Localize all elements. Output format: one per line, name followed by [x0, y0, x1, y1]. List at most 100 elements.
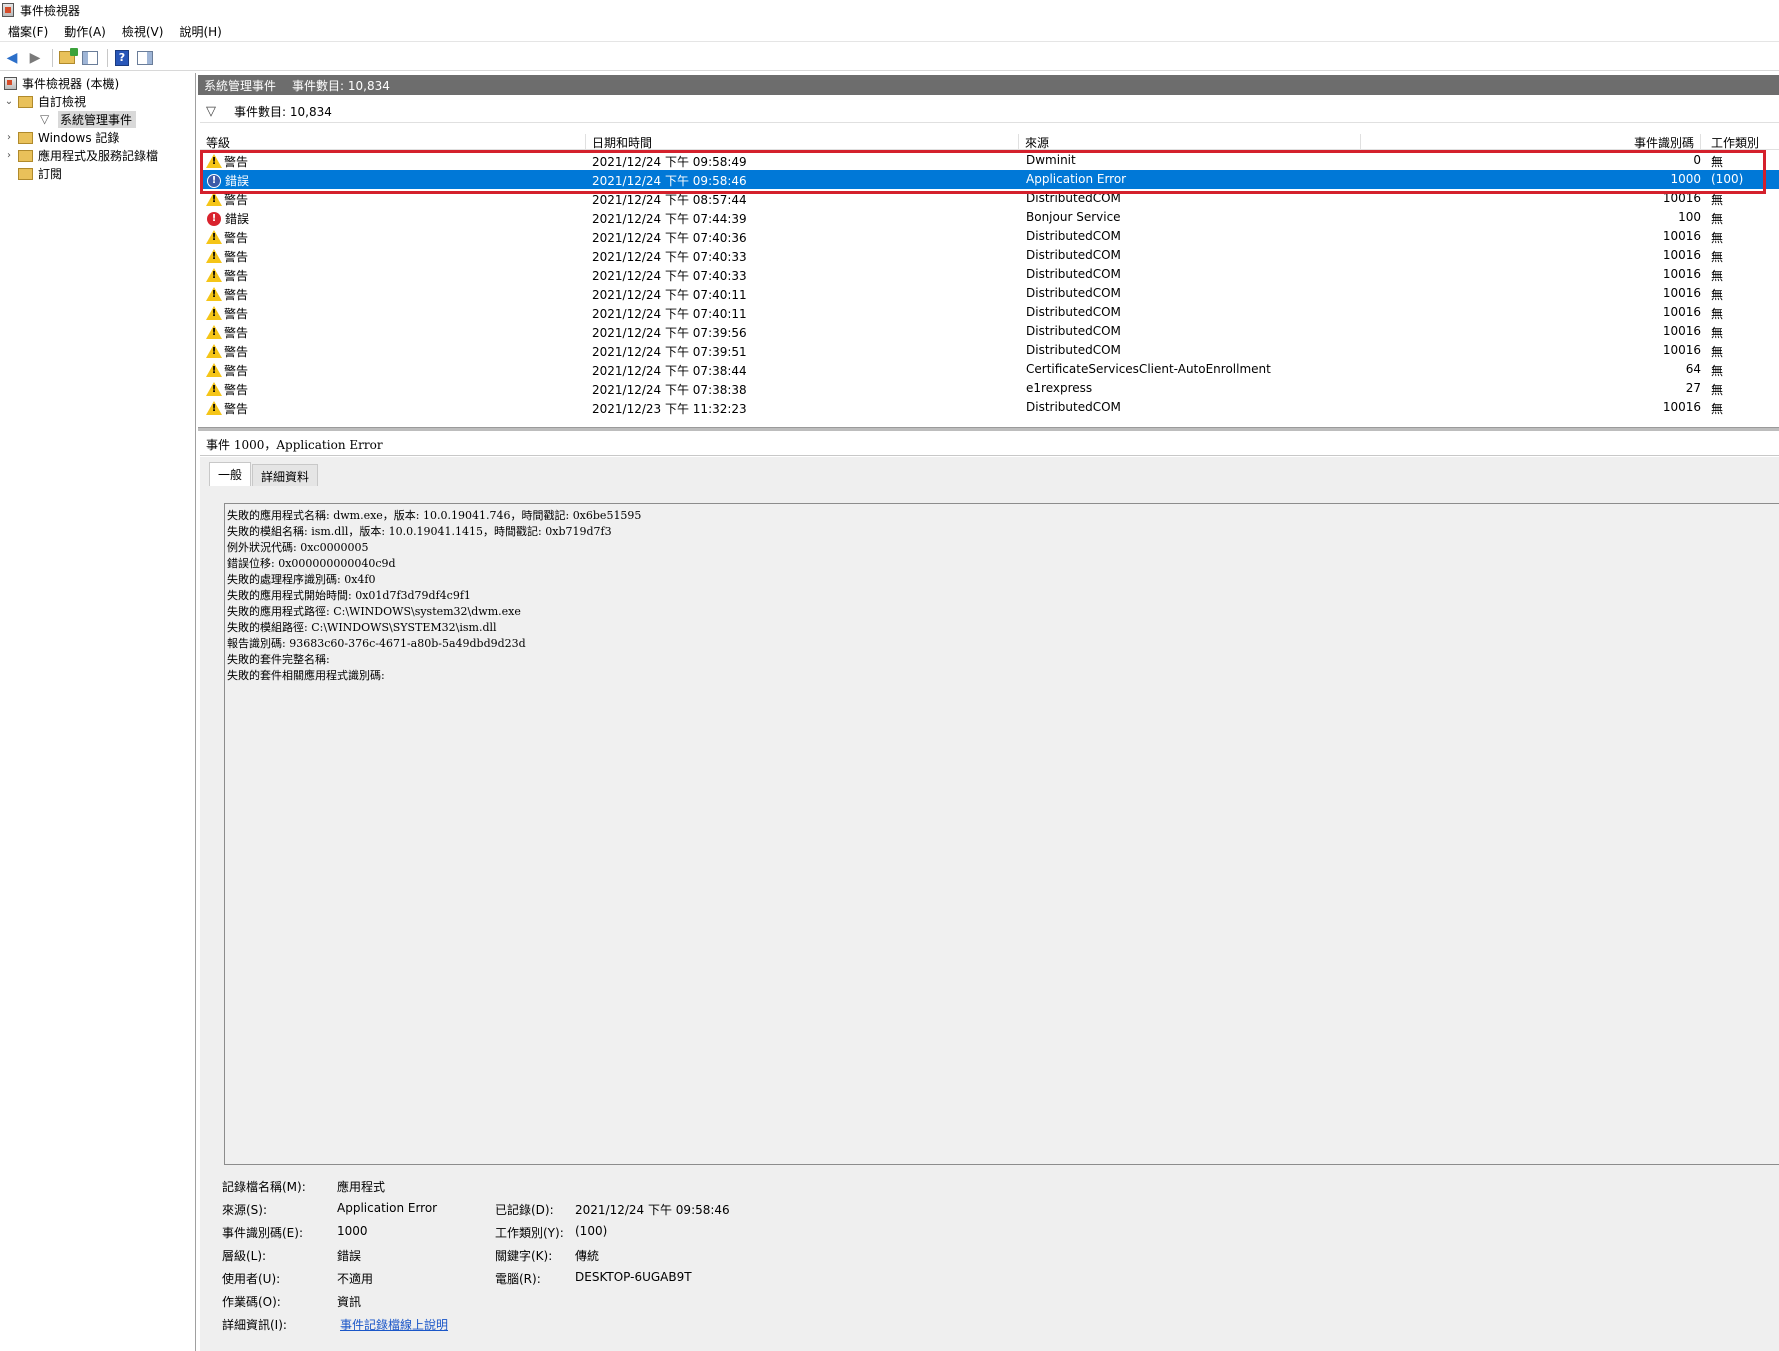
help-button[interactable]: ?: [112, 48, 132, 68]
cell-source: Bonjour Service: [1026, 210, 1121, 224]
toolbar: ◀ ▶ ?: [0, 45, 1779, 71]
cell-datetime: 2021/12/24 下午 07:40:11: [592, 307, 747, 321]
level-text: 警告: [224, 193, 249, 207]
column-header-source[interactable]: 來源: [1019, 134, 1361, 150]
table-row[interactable]: 警告 2021/12/24 下午 07:39:56 DistributedCOM 10…: [200, 322, 1779, 341]
cell-source: Application Error: [1026, 172, 1127, 186]
back-arrow-icon[interactable]: ◀: [2, 48, 22, 68]
computer-value: DESKTOP-6UGAB9T: [575, 1270, 692, 1284]
level-text: 警告: [224, 307, 249, 321]
cell-datetime: 2021/12/23 下午 11:32:23: [592, 402, 747, 416]
table-row[interactable]: 警告 2021/12/24 下午 07:40:11 DistributedCOM 10…: [200, 284, 1779, 303]
column-header-level[interactable]: 等級: [200, 134, 586, 150]
keywords-value: 傳統: [575, 1249, 600, 1263]
cell-task-category: 無: [1711, 269, 1724, 283]
pane-splitter[interactable]: [198, 427, 1779, 431]
filter-event-count: 事件數目: 10,834: [234, 105, 332, 119]
table-row[interactable]: 警告 2021/12/24 下午 09:58:49 Dwminit 0無: [200, 151, 1779, 170]
show-hide-action-pane-button[interactable]: [135, 48, 155, 68]
event-description[interactable]: 失敗的應用程式名稱: dwm.exe，版本: 10.0.19041.746，時間…: [224, 503, 1779, 1165]
source-label: 來源(S):: [222, 1203, 268, 1217]
table-row[interactable]: 警告 2021/12/23 下午 11:32:23 DistributedCOM 10…: [200, 398, 1779, 417]
event-id-label: 事件識別碼(E):: [222, 1226, 303, 1240]
filter-icon: ▽: [206, 103, 216, 119]
cell-task-category: 無: [1711, 193, 1724, 207]
column-header-datetime[interactable]: 日期和時間: [586, 134, 1019, 150]
tab-general[interactable]: 一般: [209, 462, 252, 486]
table-row[interactable]: 警告 2021/12/24 下午 07:40:33 DistributedCOM 10…: [200, 246, 1779, 265]
description-lines: 失敗的應用程式名稱: dwm.exe，版本: 10.0.19041.746，時間…: [227, 508, 1777, 684]
folder-icon: [18, 95, 33, 108]
cell-level: ! 錯誤: [206, 210, 249, 227]
more-info-link[interactable]: 事件記錄檔線上說明: [340, 1316, 448, 1333]
cell-source: DistributedCOM: [1026, 305, 1121, 319]
tree-node-windows-logs[interactable]: › Windows 記錄: [4, 129, 119, 146]
detail-tabs: 一般 詳細資料: [209, 462, 319, 486]
cell-source: CertificateServicesClient-AutoEnrollment: [1026, 362, 1271, 376]
cell-source: Dwminit: [1026, 153, 1076, 167]
action-pane-icon: [137, 50, 153, 65]
tree-node-app-service-logs[interactable]: › 應用程式及服務記錄檔: [4, 147, 158, 164]
up-folder-button[interactable]: [57, 48, 78, 68]
cell-task-category: 無: [1711, 155, 1724, 169]
cell-task-category: 無: [1711, 307, 1724, 321]
table-row[interactable]: 警告 2021/12/24 下午 07:40:33 DistributedCOM 10…: [200, 265, 1779, 284]
table-row[interactable]: ! 錯誤 2021/12/24 下午 09:58:46 Application Err…: [200, 170, 1779, 189]
warning-icon: [206, 287, 222, 302]
tree-node-admin-events[interactable]: ▽ 系統管理事件: [40, 111, 137, 128]
event-grid: 等級 日期和時間 來源 事件識別碼 工作類別 警告 2021/12/24 下午 0…: [200, 133, 1779, 427]
column-header-event-id[interactable]: 事件識別碼: [1361, 134, 1701, 150]
description-line: 報告識別碼: 93683c60-376c-4671-a80b-5a49dbd9d…: [227, 637, 526, 650]
table-row[interactable]: 警告 2021/12/24 下午 07:38:38 e1rexpress 27 無: [200, 379, 1779, 398]
tab-details[interactable]: 詳細資料: [252, 464, 319, 486]
tree-node-label: Windows 記錄: [38, 131, 120, 145]
toolbar-separator: [107, 48, 108, 67]
log-name-value: 應用程式: [337, 1180, 386, 1194]
cell-event-id: 100: [1678, 210, 1701, 224]
level-text: 警告: [224, 364, 249, 378]
level-value: 錯誤: [337, 1249, 362, 1263]
opcode-value: 資訊: [337, 1295, 362, 1309]
table-row[interactable]: ! 錯誤 2021/12/24 下午 07:44:39 Bonjour Service…: [200, 208, 1779, 227]
warning-icon: [206, 192, 222, 207]
tree-node-root[interactable]: 事件檢視器 (本機): [4, 75, 119, 92]
cell-level: 警告: [206, 229, 248, 246]
warning-icon: [206, 249, 222, 264]
forward-arrow-icon[interactable]: ▶: [25, 48, 45, 68]
pane-header: 系統管理事件 事件數目: 10,834: [198, 75, 1779, 95]
menu-action[interactable]: 動作(A): [64, 23, 106, 40]
table-row[interactable]: 警告 2021/12/24 下午 07:39:51 DistributedCOM 10…: [200, 341, 1779, 360]
table-row[interactable]: 警告 2021/12/24 下午 07:40:36 DistributedCOM 10…: [200, 227, 1779, 246]
error-icon: !: [207, 173, 221, 188]
cell-task-category: 無: [1711, 402, 1724, 416]
menu-view[interactable]: 檢視(V): [122, 23, 164, 40]
toolbar-separator: [52, 48, 53, 67]
column-header-task-category[interactable]: 工作類別: [1701, 134, 1779, 150]
tree-node-custom-views[interactable]: ⌄ 自訂檢視: [4, 93, 86, 110]
event-id-value: 1000: [337, 1224, 368, 1238]
warning-icon: [206, 363, 222, 378]
chevron-right-icon[interactable]: ›: [4, 150, 14, 161]
user-label: 使用者(U):: [222, 1272, 281, 1286]
cell-task-category: 無: [1711, 326, 1724, 340]
cell-task-category: 無: [1711, 383, 1724, 397]
chevron-right-icon[interactable]: ›: [4, 132, 14, 143]
cell-datetime: 2021/12/24 下午 07:38:38: [592, 383, 747, 397]
cell-datetime: 2021/12/24 下午 07:40:33: [592, 250, 747, 264]
user-value: 不適用: [337, 1272, 374, 1286]
cell-source: DistributedCOM: [1026, 400, 1121, 414]
cell-source: e1rexpress: [1026, 381, 1093, 395]
show-hide-console-tree-button[interactable]: [80, 48, 100, 68]
table-row[interactable]: 警告 2021/12/24 下午 07:40:11 DistributedCOM 10…: [200, 303, 1779, 322]
menu-file[interactable]: 檔案(F): [8, 23, 48, 40]
tree-node-label: 事件檢視器 (本機): [22, 77, 120, 91]
table-row[interactable]: 警告 2021/12/24 下午 07:38:44 CertificateServi…: [200, 360, 1779, 379]
task-category-label: 工作類別(Y):: [495, 1226, 564, 1240]
menu-help[interactable]: 說明(H): [179, 23, 221, 40]
description-line: 例外狀況代碼: 0xc0000005: [227, 541, 369, 554]
table-row[interactable]: 警告 2021/12/24 下午 08:57:44 DistributedCOM 10…: [200, 189, 1779, 208]
chevron-down-icon[interactable]: ⌄: [4, 96, 14, 107]
tree-node-subscriptions[interactable]: 訂閱: [18, 165, 62, 182]
cell-source: DistributedCOM: [1026, 324, 1121, 338]
warning-icon: [206, 268, 222, 283]
